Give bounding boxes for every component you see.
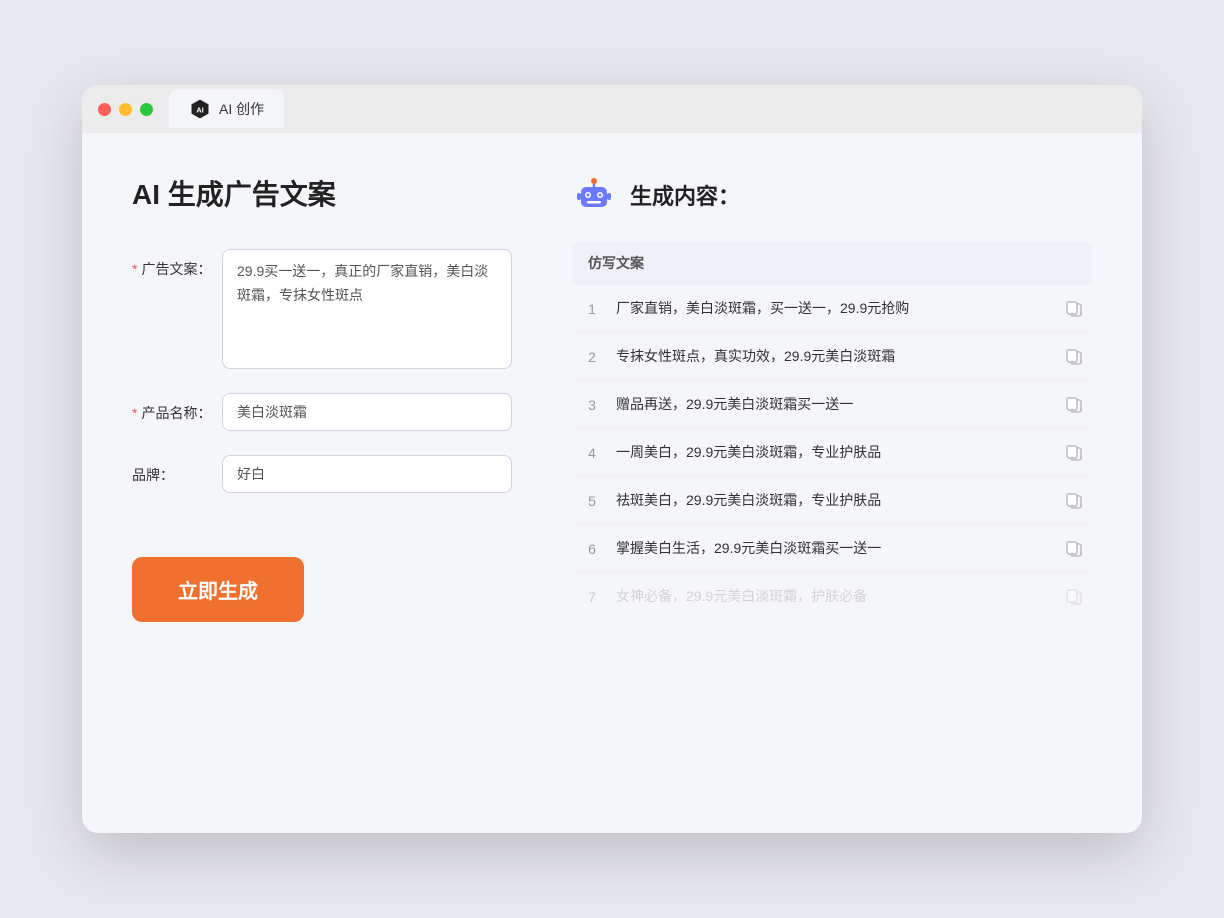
minimize-button[interactable] xyxy=(119,103,132,116)
browser-window: AI AI 创作 AI 生成广告文案 *广告文案： 29.9买一送一，真正的厂家… xyxy=(82,85,1142,833)
copy-icon[interactable] xyxy=(1064,491,1084,511)
results-header: 仿写文案 xyxy=(572,241,1092,285)
table-header-label: 仿写文案 xyxy=(588,253,644,273)
table-row: 4 一周美白，29.9元美白淡斑霜，专业护肤品 xyxy=(572,429,1092,477)
row-number: 1 xyxy=(580,301,604,317)
table-row: 6 掌握美白生活，29.9元美白淡斑霜买一送一 xyxy=(572,525,1092,573)
main-content: AI 生成广告文案 *广告文案： 29.9买一送一，真正的厂家直销，美白淡斑霜，… xyxy=(82,133,1142,833)
table-row: 3 赠品再送，29.9元美白淡斑霜买一送一 xyxy=(572,381,1092,429)
required-star-2: * xyxy=(132,405,137,421)
row-text: 专抹女性斑点，真实功效，29.9元美白淡斑霜 xyxy=(616,346,1052,367)
copy-icon[interactable] xyxy=(1064,443,1084,463)
svg-text:AI: AI xyxy=(196,106,203,115)
traffic-lights xyxy=(98,103,153,116)
product-name-group: *产品名称： xyxy=(132,393,512,431)
copy-icon[interactable] xyxy=(1064,395,1084,415)
maximize-button[interactable] xyxy=(140,103,153,116)
row-text: 赠品再送，29.9元美白淡斑霜买一送一 xyxy=(616,394,1052,415)
ai-creation-tab[interactable]: AI AI 创作 xyxy=(169,90,284,128)
tab-label: AI 创作 xyxy=(219,99,264,119)
right-title: 生成内容： xyxy=(630,179,740,211)
left-panel: AI 生成广告文案 *广告文案： 29.9买一送一，真正的厂家直销，美白淡斑霜，… xyxy=(132,173,512,793)
brand-input[interactable] xyxy=(222,455,512,493)
required-star-1: * xyxy=(132,261,137,277)
copy-icon[interactable] xyxy=(1064,539,1084,559)
table-row: 1 厂家直销，美白淡斑霜，买一送一，29.9元抢购 xyxy=(572,285,1092,333)
row-text: 祛斑美白，29.9元美白淡斑霜，专业护肤品 xyxy=(616,490,1052,511)
row-text: 女神必备，29.9元美白淡斑霜，护肤必备 xyxy=(616,586,1052,607)
ad-copy-input[interactable]: 29.9买一送一，真正的厂家直销，美白淡斑霜，专抹女性斑点 xyxy=(222,249,512,369)
right-header: 生成内容： xyxy=(572,173,1092,217)
table-row: 5 祛斑美白，29.9元美白淡斑霜，专业护肤品 xyxy=(572,477,1092,525)
product-name-input[interactable] xyxy=(222,393,512,431)
copy-icon[interactable] xyxy=(1064,587,1084,607)
row-number: 5 xyxy=(580,493,604,509)
brand-group: 品牌： xyxy=(132,455,512,493)
row-text: 掌握美白生活，29.9元美白淡斑霜买一送一 xyxy=(616,538,1052,559)
close-button[interactable] xyxy=(98,103,111,116)
copy-icon[interactable] xyxy=(1064,347,1084,367)
robot-icon xyxy=(572,173,616,217)
right-panel: 生成内容： 仿写文案 1 厂家直销，美白淡斑霜，买一送一，29.9元抢购 xyxy=(572,173,1092,793)
results-table: 仿写文案 1 厂家直销，美白淡斑霜，买一送一，29.9元抢购 2 专抹女性斑点，… xyxy=(572,241,1092,621)
generate-button[interactable]: 立即生成 xyxy=(132,557,304,622)
row-number: 7 xyxy=(580,589,604,605)
row-number: 6 xyxy=(580,541,604,557)
page-title: AI 生成广告文案 xyxy=(132,173,512,213)
title-bar: AI AI 创作 xyxy=(82,85,1142,133)
row-number: 2 xyxy=(580,349,604,365)
row-text: 厂家直销，美白淡斑霜，买一送一，29.9元抢购 xyxy=(616,298,1052,319)
table-row: 2 专抹女性斑点，真实功效，29.9元美白淡斑霜 xyxy=(572,333,1092,381)
product-name-label: *产品名称： xyxy=(132,393,222,423)
ai-tab-icon: AI xyxy=(189,98,211,120)
row-number: 4 xyxy=(580,445,604,461)
row-number: 3 xyxy=(580,397,604,413)
table-row: 7 女神必备，29.9元美白淡斑霜，护肤必备 xyxy=(572,573,1092,621)
row-text: 一周美白，29.9元美白淡斑霜，专业护肤品 xyxy=(616,442,1052,463)
ad-copy-label: *广告文案： xyxy=(132,249,222,279)
copy-icon[interactable] xyxy=(1064,299,1084,319)
brand-label: 品牌： xyxy=(132,455,222,485)
ad-copy-group: *广告文案： 29.9买一送一，真正的厂家直销，美白淡斑霜，专抹女性斑点 xyxy=(132,249,512,369)
